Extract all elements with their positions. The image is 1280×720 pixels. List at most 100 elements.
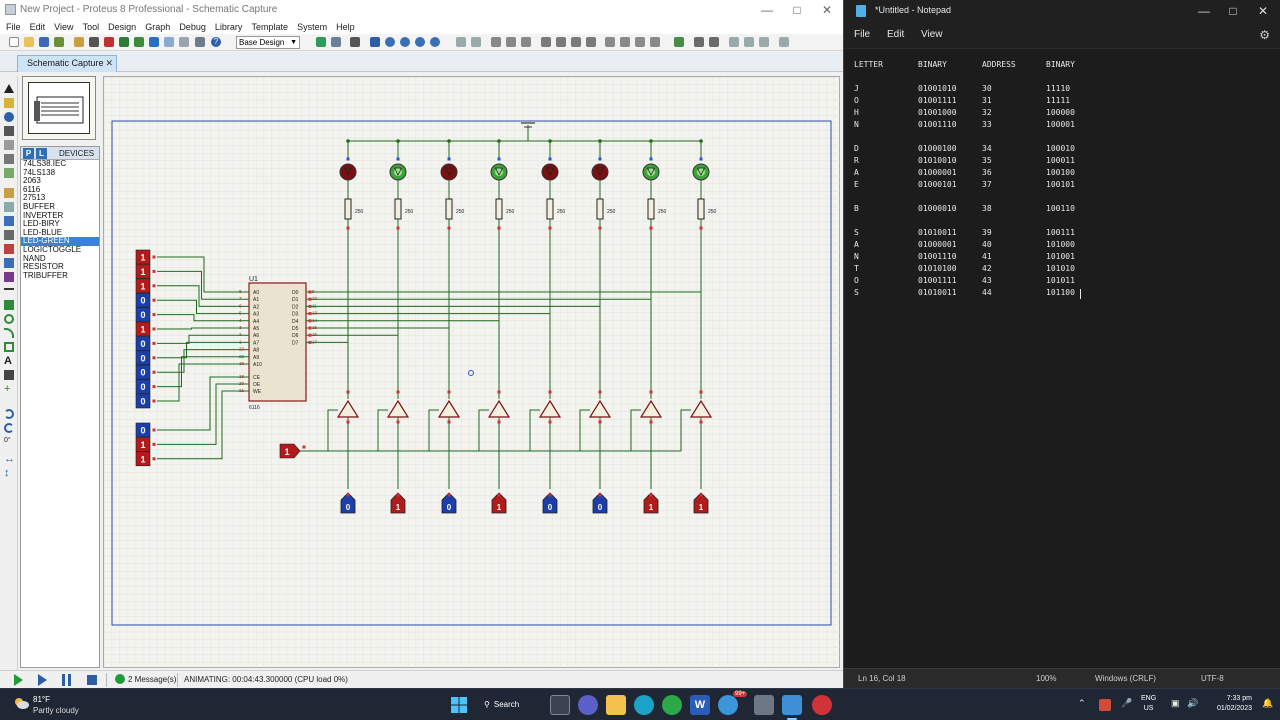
home-icon[interactable] bbox=[74, 37, 84, 47]
chrome-browser-icon[interactable] bbox=[662, 695, 682, 715]
zoom-out-icon[interactable] bbox=[400, 37, 410, 47]
junction-mode-icon[interactable] bbox=[4, 112, 14, 122]
package-icon[interactable] bbox=[635, 37, 645, 47]
tape-mode-icon[interactable] bbox=[4, 230, 14, 240]
open-folder-icon[interactable] bbox=[24, 37, 34, 47]
terminals-mode-icon[interactable] bbox=[4, 188, 14, 198]
generator-mode-icon[interactable] bbox=[4, 244, 14, 254]
undo-icon[interactable] bbox=[456, 37, 466, 47]
device-item[interactable]: TRIBUFFER bbox=[21, 271, 99, 281]
exit-parent-icon[interactable] bbox=[759, 37, 769, 47]
menu-tool[interactable]: Tool bbox=[83, 20, 100, 34]
menu-template[interactable]: Template bbox=[251, 20, 288, 34]
library-button[interactable]: L bbox=[36, 148, 47, 159]
pick-device-icon[interactable] bbox=[605, 37, 615, 47]
zoom-area-icon[interactable] bbox=[430, 37, 440, 47]
circle-mode-icon[interactable] bbox=[4, 314, 14, 324]
zoom-in-icon[interactable] bbox=[385, 37, 395, 47]
menu-debug[interactable]: Debug bbox=[179, 20, 206, 34]
network-icon[interactable]: ▣ bbox=[1171, 698, 1180, 709]
block-rotate-icon[interactable] bbox=[571, 37, 581, 47]
refresh-icon[interactable] bbox=[316, 37, 326, 47]
wire-autoroute-icon[interactable] bbox=[674, 37, 684, 47]
recorder-app-icon[interactable] bbox=[812, 695, 832, 715]
design-explorer-icon[interactable] bbox=[779, 37, 789, 47]
minimize-icon[interactable]: — bbox=[1189, 3, 1219, 19]
microphone-icon[interactable]: 🎤 bbox=[1121, 698, 1132, 709]
arc-mode-icon[interactable] bbox=[4, 328, 14, 338]
menu-graph[interactable]: Graph bbox=[145, 20, 170, 34]
pan-icon[interactable] bbox=[370, 37, 380, 47]
stop-icon[interactable] bbox=[87, 675, 97, 685]
menu-view[interactable]: View bbox=[921, 29, 943, 40]
rotate-ccw-icon[interactable] bbox=[4, 423, 14, 433]
play-icon[interactable] bbox=[14, 674, 23, 686]
text-mode-icon[interactable]: A bbox=[4, 356, 14, 367]
maximize-icon[interactable]: □ bbox=[1218, 3, 1248, 19]
schematic-icon[interactable] bbox=[149, 37, 159, 47]
text-script-mode-icon[interactable] bbox=[4, 140, 14, 150]
new-file-icon[interactable] bbox=[9, 37, 19, 47]
import-icon[interactable] bbox=[54, 37, 64, 47]
selection-mode-icon[interactable] bbox=[4, 84, 14, 93]
3d-icon[interactable] bbox=[119, 37, 129, 47]
language-indicator[interactable]: ENG US bbox=[1141, 694, 1156, 714]
paste-icon[interactable] bbox=[521, 37, 531, 47]
menu-design[interactable]: Design bbox=[108, 20, 136, 34]
menu-file[interactable]: File bbox=[6, 20, 21, 34]
menu-help[interactable]: Help bbox=[336, 20, 355, 34]
pin-mode-icon[interactable] bbox=[4, 202, 14, 212]
notification-bell-icon[interactable]: 🔔 bbox=[1262, 698, 1273, 709]
notepad-text-area[interactable]: LETTER BINARY ADDRESS BINARY J 01001010 30 1111… bbox=[844, 48, 1280, 668]
save-icon[interactable] bbox=[39, 37, 49, 47]
menu-library[interactable]: Library bbox=[215, 20, 243, 34]
gear-icon[interactable]: ⚙ bbox=[1259, 28, 1270, 42]
graph-mode-icon[interactable] bbox=[4, 216, 14, 226]
notes-icon[interactable] bbox=[179, 37, 189, 47]
report-icon[interactable] bbox=[195, 37, 205, 47]
maximize-icon[interactable]: □ bbox=[782, 2, 812, 18]
telegram-app-icon[interactable] bbox=[718, 695, 738, 715]
schematic-canvas[interactable]: 250 0 250 1 250 0 250 1 250 0 250 0 250 1 250 1 U1 6116 A0… bbox=[103, 76, 841, 669]
pause-icon[interactable] bbox=[62, 674, 71, 686]
overview-window[interactable] bbox=[22, 76, 96, 140]
block-copy-icon[interactable] bbox=[541, 37, 551, 47]
proteus-taskbar-icon[interactable] bbox=[754, 695, 774, 715]
origin-icon[interactable] bbox=[350, 37, 360, 47]
bus-mode-icon[interactable] bbox=[4, 154, 14, 164]
volume-icon[interactable]: 🔊 bbox=[1187, 698, 1198, 709]
redo-icon[interactable] bbox=[471, 37, 481, 47]
edge-browser-icon[interactable] bbox=[634, 695, 654, 715]
new-sheet-icon[interactable] bbox=[729, 37, 739, 47]
pcb-icon[interactable] bbox=[89, 37, 99, 47]
step-icon[interactable] bbox=[38, 674, 47, 686]
bom-icon[interactable] bbox=[134, 37, 144, 47]
symbol-mode-icon[interactable] bbox=[4, 370, 14, 380]
property-icon[interactable] bbox=[709, 37, 719, 47]
design-dropdown[interactable]: Base Design ▼ bbox=[236, 36, 300, 49]
gerber-icon[interactable] bbox=[104, 37, 114, 47]
file-explorer-icon[interactable] bbox=[606, 695, 626, 715]
box-mode-icon[interactable] bbox=[4, 300, 14, 310]
pick-device-button[interactable]: P bbox=[23, 148, 34, 159]
zoom-all-icon[interactable] bbox=[415, 37, 425, 47]
cut-icon[interactable] bbox=[491, 37, 501, 47]
menu-system[interactable]: System bbox=[297, 20, 327, 34]
decompose-icon[interactable] bbox=[650, 37, 660, 47]
subcircuit-mode-icon[interactable] bbox=[4, 168, 14, 178]
menu-edit[interactable]: Edit bbox=[887, 29, 904, 40]
marker-mode-icon[interactable]: + bbox=[4, 384, 14, 395]
remove-sheet-icon[interactable] bbox=[744, 37, 754, 47]
weather-temperature[interactable]: 81°F bbox=[33, 695, 50, 704]
grid-icon[interactable] bbox=[331, 37, 341, 47]
task-view-icon[interactable] bbox=[550, 695, 570, 715]
message-count[interactable]: 2 Message(s) bbox=[128, 675, 176, 684]
close-icon[interactable]: ✕ bbox=[812, 2, 842, 18]
chevron-up-icon[interactable]: ⌃ bbox=[1078, 698, 1086, 709]
source-icon[interactable] bbox=[164, 37, 174, 47]
partly-cloudy-icon[interactable] bbox=[12, 696, 30, 710]
teams-chat-icon[interactable] bbox=[578, 695, 598, 715]
menu-file[interactable]: File bbox=[854, 29, 870, 40]
word-app-icon[interactable]: W bbox=[690, 695, 710, 715]
menu-edit[interactable]: Edit bbox=[30, 20, 46, 34]
